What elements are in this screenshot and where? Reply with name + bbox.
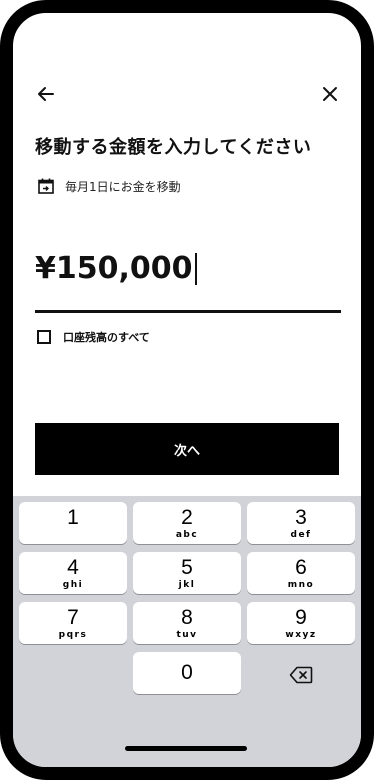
all-balance-option[interactable]: 口座残高のすべて [37, 329, 150, 345]
arrow-left-icon [38, 87, 54, 101]
key-number: 3 [295, 506, 307, 529]
close-icon [323, 87, 337, 101]
key-number: 2 [181, 506, 193, 529]
key-letters: tuv [176, 630, 198, 640]
key-number: 1 [67, 506, 79, 529]
amount-underline [35, 310, 341, 313]
home-indicator [125, 746, 247, 751]
key-letters: wxyz [285, 630, 317, 640]
schedule-text: 毎月1日にお金を移動 [65, 179, 181, 194]
text-caret [194, 252, 197, 285]
key-number: 9 [295, 606, 307, 629]
schedule-info: 毎月1日にお金を移動 [37, 177, 181, 195]
numeric-keypad: 1 2 abc 3 def 4 ghi 5 jkl 6 mno 7 pqrs 8… [13, 496, 361, 767]
key-1[interactable]: 1 [19, 502, 127, 544]
next-button[interactable]: 次へ [35, 423, 339, 475]
key-number: 6 [295, 556, 307, 579]
screen: 移動する金額を入力してください 毎月1日にお金を移動 ¥150,000 口座残高… [13, 13, 361, 767]
page-title: 移動する金額を入力してください [35, 137, 312, 158]
key-letters: mno [287, 580, 315, 590]
key-number: 8 [181, 606, 193, 629]
phone-frame: 移動する金額を入力してください 毎月1日にお金を移動 ¥150,000 口座残高… [0, 0, 374, 780]
delete-key[interactable] [247, 654, 355, 696]
key-6[interactable]: 6 mno [247, 552, 355, 594]
key-letters: jkl [178, 580, 196, 590]
key-4[interactable]: 4 ghi [19, 552, 127, 594]
backspace-icon [289, 666, 313, 684]
top-bar [13, 73, 361, 113]
key-2[interactable]: 2 abc [133, 502, 241, 544]
close-button[interactable] [317, 81, 343, 107]
key-letters: ghi [62, 580, 84, 590]
all-balance-label: 口座残高のすべて [63, 331, 150, 344]
key-letters: def [290, 530, 312, 540]
calendar-icon [38, 178, 54, 194]
key-7[interactable]: 7 pqrs [19, 602, 127, 644]
amount-input[interactable]: ¥150,000 [35, 251, 197, 286]
key-8[interactable]: 8 tuv [133, 602, 241, 644]
key-3[interactable]: 3 def [247, 502, 355, 544]
back-button[interactable] [33, 81, 59, 107]
key-number: 4 [67, 556, 79, 579]
key-number: 0 [181, 661, 193, 684]
key-0[interactable]: 0 [133, 652, 241, 694]
key-number: 7 [67, 606, 79, 629]
key-9[interactable]: 9 wxyz [247, 602, 355, 644]
all-balance-checkbox[interactable] [37, 330, 51, 344]
key-5[interactable]: 5 jkl [133, 552, 241, 594]
key-letters: pqrs [58, 630, 88, 640]
key-number: 5 [181, 556, 193, 579]
amount-value: ¥150,000 [35, 251, 193, 286]
key-letters: abc [175, 530, 199, 540]
